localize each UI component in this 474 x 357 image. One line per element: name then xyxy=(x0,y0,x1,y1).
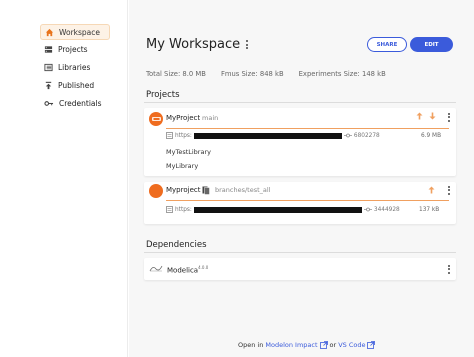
project-card[interactable]: MyProject main https: 6802278 6.9 MB MyT… xyxy=(144,108,456,176)
projects-heading: Projects xyxy=(146,90,180,100)
commit-hash: 6802278 xyxy=(353,132,380,139)
dependencies-heading: Dependencies xyxy=(146,240,207,250)
projects-icon xyxy=(44,45,53,53)
sidebar-item-workspace[interactable]: Workspace xyxy=(40,24,110,40)
more-options-icon[interactable] xyxy=(246,40,249,49)
dependency-menu-button[interactable] xyxy=(444,264,452,274)
sidebar: Workspace Projects Libraries Published C… xyxy=(0,0,128,357)
sidebar-item-libraries[interactable]: Libraries xyxy=(40,59,95,75)
divider xyxy=(144,102,456,103)
redacted-url xyxy=(193,206,362,213)
modelon-impact-link[interactable]: Modelon Impact xyxy=(265,341,317,349)
home-icon xyxy=(45,28,54,36)
redacted-url xyxy=(193,132,342,139)
sidebar-item-label: Credentials xyxy=(59,98,102,108)
more-options-icon xyxy=(448,185,450,195)
repository-icon xyxy=(166,206,173,213)
project-name[interactable]: MyProject xyxy=(166,114,200,122)
open-in-footer: Open in Modelon Impact or VS Code xyxy=(238,341,376,349)
document-icon xyxy=(202,186,210,195)
project-url: https: xyxy=(175,206,192,213)
workspace-stats: Total Size: 8.0 MB Fmus Size: 848 kB Exp… xyxy=(146,70,386,78)
project-logo-icon xyxy=(151,117,161,121)
share-button[interactable]: SHARE xyxy=(367,37,407,52)
project-name[interactable]: Myproject xyxy=(166,186,200,194)
repository-icon xyxy=(166,132,173,139)
project-separator xyxy=(166,200,449,201)
sync-arrows xyxy=(416,112,436,120)
edit-button[interactable]: EDIT xyxy=(410,37,453,52)
commit-hash: 3444928 xyxy=(373,206,400,213)
dependency-version: 4.0.0 xyxy=(198,265,209,270)
sidebar-item-published[interactable]: Published xyxy=(40,77,99,93)
external-link-icon[interactable] xyxy=(367,341,376,349)
more-options-icon xyxy=(448,112,450,122)
vscode-link[interactable]: VS Code xyxy=(338,341,365,349)
sidebar-item-label: Projects xyxy=(58,44,88,54)
project-size: 137 kB xyxy=(419,207,440,213)
project-card[interactable]: Myproject branches/test_all https: 34449… xyxy=(144,182,456,224)
library-item[interactable]: MyTestLibrary xyxy=(166,148,211,156)
commit-icon xyxy=(363,207,372,212)
total-size: Total Size: 8.0 MB xyxy=(146,70,206,78)
divider xyxy=(144,252,456,253)
external-link-icon[interactable] xyxy=(319,341,328,349)
project-branch: main xyxy=(202,114,219,122)
sidebar-item-label: Published xyxy=(58,80,95,90)
dependency-name: Modelica4.0.0 xyxy=(167,265,209,275)
project-url: https: xyxy=(175,132,192,139)
project-url-row: https: 6802278 xyxy=(166,132,380,139)
push-button[interactable] xyxy=(427,185,435,194)
pull-down-icon[interactable] xyxy=(429,112,436,120)
commit-icon xyxy=(343,133,352,138)
project-menu-button[interactable] xyxy=(444,112,452,122)
sidebar-item-label: Workspace xyxy=(59,27,100,37)
project-separator xyxy=(166,128,449,129)
project-avatar xyxy=(149,184,163,198)
sidebar-item-projects[interactable]: Projects xyxy=(40,41,93,57)
modelica-logo-icon xyxy=(149,265,163,272)
upload-icon xyxy=(45,81,52,89)
main-content: My Workspace SHARE EDIT Total Size: 8.0 … xyxy=(129,0,474,357)
project-avatar xyxy=(149,112,163,126)
libraries-icon xyxy=(44,63,53,71)
experiments-size: Experiments Size: 148 kB xyxy=(298,70,386,78)
page-title: My Workspace xyxy=(146,37,249,52)
project-url-row: https: 3444928 xyxy=(166,206,400,213)
push-up-icon[interactable] xyxy=(416,112,423,120)
project-menu-button[interactable] xyxy=(444,185,452,195)
project-size: 6.9 MB xyxy=(421,133,442,139)
push-up-icon xyxy=(428,186,434,193)
dependency-card[interactable]: Modelica4.0.0 xyxy=(144,258,456,280)
fmus-size: Fmus Size: 848 kB xyxy=(220,70,284,78)
sidebar-item-label: Libraries xyxy=(58,62,91,72)
project-branch: branches/test_all xyxy=(215,186,271,194)
sidebar-item-credentials[interactable]: Credentials xyxy=(40,95,107,111)
key-icon xyxy=(44,100,54,106)
more-options-icon xyxy=(448,264,450,274)
library-item[interactable]: MyLibrary xyxy=(166,162,198,170)
